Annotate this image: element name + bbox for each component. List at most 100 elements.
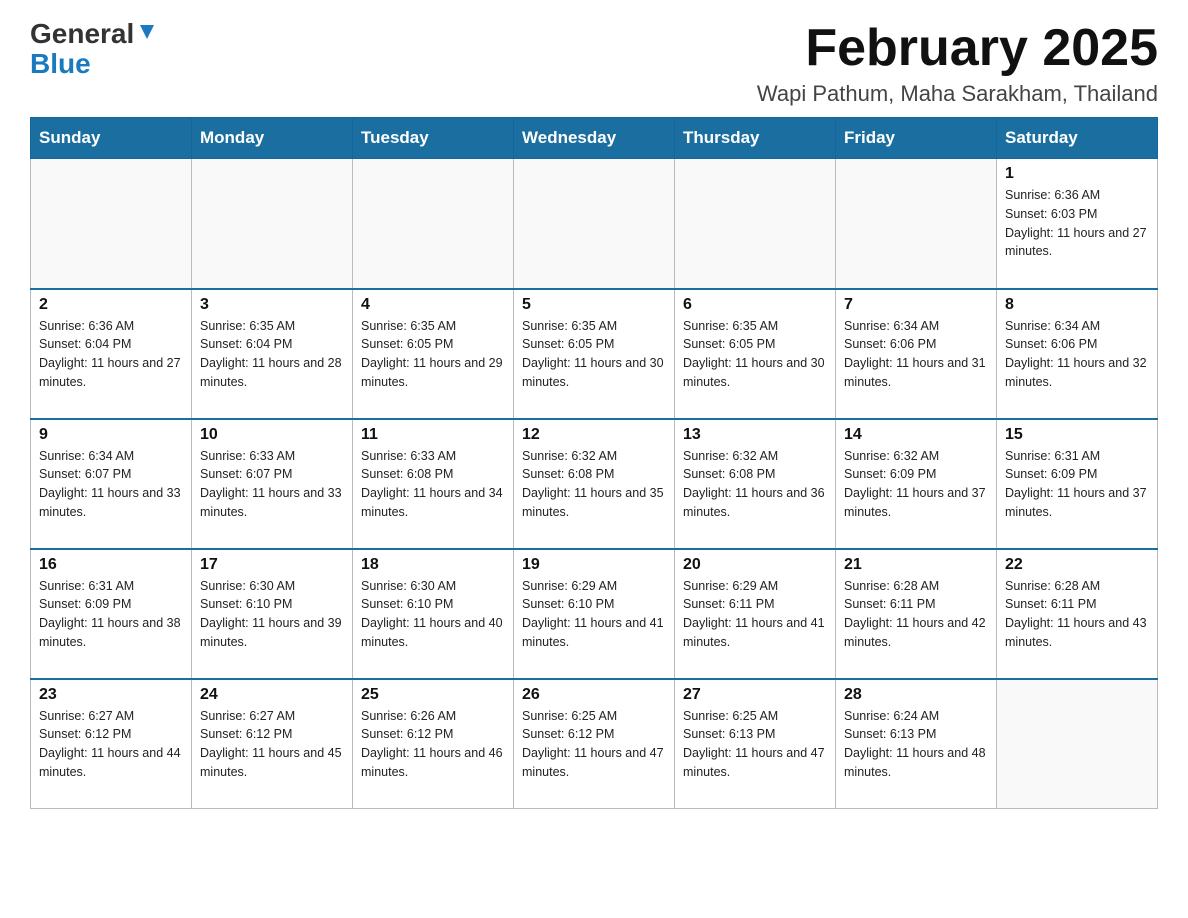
day-number: 5 [522, 296, 666, 314]
day-number: 13 [683, 426, 827, 444]
day-info: Sunrise: 6:35 AMSunset: 6:05 PMDaylight:… [361, 317, 505, 392]
day-info: Sunrise: 6:27 AMSunset: 6:12 PMDaylight:… [200, 707, 344, 782]
day-number: 19 [522, 556, 666, 574]
day-info: Sunrise: 6:32 AMSunset: 6:08 PMDaylight:… [522, 447, 666, 522]
location-title: Wapi Pathum, Maha Sarakham, Thailand [757, 81, 1158, 107]
calendar-cell: 22 Sunrise: 6:28 AMSunset: 6:11 PMDayligh… [997, 549, 1158, 679]
logo-blue: Blue [30, 48, 91, 80]
day-info: Sunrise: 6:36 AMSunset: 6:04 PMDaylight:… [39, 317, 183, 392]
calendar-cell [836, 159, 997, 289]
weekday-header-wednesday: Wednesday [514, 118, 675, 159]
weekday-header-monday: Monday [192, 118, 353, 159]
calendar-table: SundayMondayTuesdayWednesdayThursdayFrid… [30, 117, 1158, 809]
calendar-cell [514, 159, 675, 289]
day-info: Sunrise: 6:34 AMSunset: 6:07 PMDaylight:… [39, 447, 183, 522]
day-info: Sunrise: 6:27 AMSunset: 6:12 PMDaylight:… [39, 707, 183, 782]
logo-triangle-icon [136, 21, 158, 43]
day-info: Sunrise: 6:25 AMSunset: 6:13 PMDaylight:… [683, 707, 827, 782]
calendar-cell: 9Sunrise: 6:34 AMSunset: 6:07 PMDaylight… [31, 419, 192, 549]
calendar-week-row: 1 Sunrise: 6:36 AMSunset: 6:03 PMDaylight… [31, 159, 1158, 289]
calendar-cell: 5 Sunrise: 6:35 AMSunset: 6:05 PMDaylight… [514, 289, 675, 419]
logo-general: General [30, 20, 134, 48]
calendar-cell [997, 679, 1158, 809]
calendar-cell: 26Sunrise: 6:25 AMSunset: 6:12 PMDayligh… [514, 679, 675, 809]
calendar-cell: 11 Sunrise: 6:33 AMSunset: 6:08 PMDayligh… [353, 419, 514, 549]
calendar-cell: 28Sunrise: 6:24 AMSunset: 6:13 PMDayligh… [836, 679, 997, 809]
calendar-cell [31, 159, 192, 289]
calendar-week-row: 9Sunrise: 6:34 AMSunset: 6:07 PMDaylight… [31, 419, 1158, 549]
day-number: 6 [683, 296, 827, 314]
day-number: 23 [39, 686, 183, 704]
day-number: 24 [200, 686, 344, 704]
calendar-cell: 2 Sunrise: 6:36 AMSunset: 6:04 PMDaylight… [31, 289, 192, 419]
day-number: 18 [361, 556, 505, 574]
weekday-header-thursday: Thursday [675, 118, 836, 159]
calendar-week-row: 2 Sunrise: 6:36 AMSunset: 6:04 PMDaylight… [31, 289, 1158, 419]
day-number: 11 [361, 426, 505, 444]
weekday-header-row: SundayMondayTuesdayWednesdayThursdayFrid… [31, 118, 1158, 159]
day-info: Sunrise: 6:24 AMSunset: 6:13 PMDaylight:… [844, 707, 988, 782]
calendar-cell: 7 Sunrise: 6:34 AMSunset: 6:06 PMDaylight… [836, 289, 997, 419]
day-number: 1 [1005, 165, 1149, 183]
day-info: Sunrise: 6:30 AMSunset: 6:10 PMDaylight:… [200, 577, 344, 652]
day-info: Sunrise: 6:31 AMSunset: 6:09 PMDaylight:… [1005, 447, 1149, 522]
calendar-cell: 3 Sunrise: 6:35 AMSunset: 6:04 PMDaylight… [192, 289, 353, 419]
day-number: 15 [1005, 426, 1149, 444]
day-number: 22 [1005, 556, 1149, 574]
calendar-cell: 20 Sunrise: 6:29 AMSunset: 6:11 PMDayligh… [675, 549, 836, 679]
day-info: Sunrise: 6:29 AMSunset: 6:11 PMDaylight:… [683, 577, 827, 652]
day-info: Sunrise: 6:30 AMSunset: 6:10 PMDaylight:… [361, 577, 505, 652]
calendar-cell: 6 Sunrise: 6:35 AMSunset: 6:05 PMDaylight… [675, 289, 836, 419]
day-info: Sunrise: 6:32 AMSunset: 6:09 PMDaylight:… [844, 447, 988, 522]
calendar-cell: 19Sunrise: 6:29 AMSunset: 6:10 PMDayligh… [514, 549, 675, 679]
title-section: February 2025 Wapi Pathum, Maha Sarakham… [757, 20, 1158, 107]
calendar-cell: 17 Sunrise: 6:30 AMSunset: 6:10 PMDayligh… [192, 549, 353, 679]
day-info: Sunrise: 6:32 AMSunset: 6:08 PMDaylight:… [683, 447, 827, 522]
day-info: Sunrise: 6:28 AMSunset: 6:11 PMDaylight:… [1005, 577, 1149, 652]
calendar-cell: 24 Sunrise: 6:27 AMSunset: 6:12 PMDayligh… [192, 679, 353, 809]
month-title: February 2025 [757, 20, 1158, 77]
day-info: Sunrise: 6:34 AMSunset: 6:06 PMDaylight:… [844, 317, 988, 392]
calendar-cell [353, 159, 514, 289]
calendar-cell: 15 Sunrise: 6:31 AMSunset: 6:09 PMDayligh… [997, 419, 1158, 549]
logo: General Blue [30, 20, 158, 80]
calendar-week-row: 16 Sunrise: 6:31 AMSunset: 6:09 PMDayligh… [31, 549, 1158, 679]
calendar-cell: 10 Sunrise: 6:33 AMSunset: 6:07 PMDayligh… [192, 419, 353, 549]
calendar-cell: 13 Sunrise: 6:32 AMSunset: 6:08 PMDayligh… [675, 419, 836, 549]
calendar-cell: 27 Sunrise: 6:25 AMSunset: 6:13 PMDayligh… [675, 679, 836, 809]
day-info: Sunrise: 6:26 AMSunset: 6:12 PMDaylight:… [361, 707, 505, 782]
day-number: 10 [200, 426, 344, 444]
day-info: Sunrise: 6:28 AMSunset: 6:11 PMDaylight:… [844, 577, 988, 652]
calendar-cell: 14 Sunrise: 6:32 AMSunset: 6:09 PMDayligh… [836, 419, 997, 549]
day-info: Sunrise: 6:35 AMSunset: 6:04 PMDaylight:… [200, 317, 344, 392]
day-info: Sunrise: 6:36 AMSunset: 6:03 PMDaylight:… [1005, 186, 1149, 261]
calendar-cell: 25 Sunrise: 6:26 AMSunset: 6:12 PMDayligh… [353, 679, 514, 809]
calendar-cell: 16 Sunrise: 6:31 AMSunset: 6:09 PMDayligh… [31, 549, 192, 679]
day-number: 14 [844, 426, 988, 444]
calendar-cell: 8Sunrise: 6:34 AMSunset: 6:06 PMDaylight… [997, 289, 1158, 419]
day-info: Sunrise: 6:31 AMSunset: 6:09 PMDaylight:… [39, 577, 183, 652]
day-number: 27 [683, 686, 827, 704]
day-number: 25 [361, 686, 505, 704]
day-number: 2 [39, 296, 183, 314]
calendar-cell [192, 159, 353, 289]
day-info: Sunrise: 6:33 AMSunset: 6:07 PMDaylight:… [200, 447, 344, 522]
day-number: 20 [683, 556, 827, 574]
day-number: 12 [522, 426, 666, 444]
day-number: 16 [39, 556, 183, 574]
weekday-header-saturday: Saturday [997, 118, 1158, 159]
calendar-cell: 12 Sunrise: 6:32 AMSunset: 6:08 PMDayligh… [514, 419, 675, 549]
day-number: 8 [1005, 296, 1149, 314]
page-header: General Blue February 2025 Wapi Pathum, … [30, 20, 1158, 107]
day-number: 21 [844, 556, 988, 574]
calendar-week-row: 23 Sunrise: 6:27 AMSunset: 6:12 PMDayligh… [31, 679, 1158, 809]
calendar-cell: 1 Sunrise: 6:36 AMSunset: 6:03 PMDaylight… [997, 159, 1158, 289]
day-number: 17 [200, 556, 344, 574]
weekday-header-sunday: Sunday [31, 118, 192, 159]
day-info: Sunrise: 6:33 AMSunset: 6:08 PMDaylight:… [361, 447, 505, 522]
day-number: 7 [844, 296, 988, 314]
day-info: Sunrise: 6:35 AMSunset: 6:05 PMDaylight:… [522, 317, 666, 392]
weekday-header-friday: Friday [836, 118, 997, 159]
day-info: Sunrise: 6:35 AMSunset: 6:05 PMDaylight:… [683, 317, 827, 392]
day-number: 3 [200, 296, 344, 314]
